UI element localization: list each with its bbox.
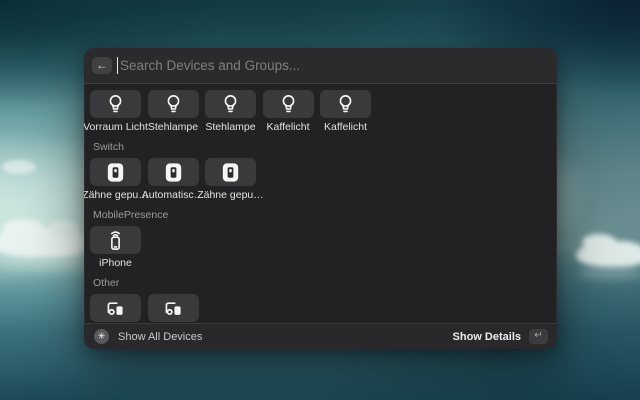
text-cursor — [117, 57, 118, 74]
trees-reflection-left — [0, 255, 88, 270]
device-row-switch: Zähne gepu… Automatisc… Zähne gepu… — [90, 158, 557, 201]
device-label: Zähne gepu… — [84, 189, 149, 201]
device-tile — [263, 90, 314, 118]
section-header-other: Other — [93, 277, 557, 289]
lightbulb-icon — [219, 93, 242, 116]
trees-reflection-right — [578, 266, 640, 279]
lightbulb-icon — [104, 93, 127, 116]
device-label: Zähne gepu… — [197, 189, 264, 201]
device-tile — [90, 90, 141, 118]
device-label: Kaffelicht — [267, 121, 310, 133]
lightbulb-icon — [334, 93, 357, 116]
switch-icon — [104, 161, 127, 184]
back-button[interactable]: ← — [92, 57, 112, 74]
device-item[interactable]: Zähne gepu… — [205, 158, 256, 201]
device-item[interactable]: Zähne gepu… — [90, 158, 141, 201]
phone-presence-icon — [104, 229, 127, 252]
device-tile — [90, 294, 141, 322]
device-label: Kaffelicht — [324, 121, 367, 133]
device-tile — [148, 90, 199, 118]
results-area: Vorraum Licht Stehlampe Stehlampe Kaffel… — [84, 84, 557, 337]
snowy-trees-right — [576, 241, 640, 267]
section-header-switch: Switch — [93, 141, 557, 153]
device-item[interactable]: Automatisc… — [148, 158, 199, 201]
show-all-devices-button[interactable]: Show All Devices — [118, 331, 202, 343]
device-label: Stehlampe — [148, 121, 198, 133]
device-item[interactable]: Stehlampe — [205, 90, 256, 133]
device-tile — [205, 90, 256, 118]
device-label: Automatisc… — [142, 189, 204, 201]
device-tile — [90, 158, 141, 186]
search-bar: ← Search Devices and Groups... — [84, 48, 557, 84]
device-tile — [205, 158, 256, 186]
device-tile — [320, 90, 371, 118]
device-item[interactable]: Vorraum Licht — [90, 90, 141, 133]
lightbulb-icon — [277, 93, 300, 116]
section-header-mobilepresence: MobilePresence — [93, 209, 557, 221]
device-item[interactable]: Kaffelicht — [320, 90, 371, 133]
device-item[interactable]: Kaffelicht — [263, 90, 314, 133]
switch-icon — [162, 161, 185, 184]
device-tile — [148, 294, 199, 322]
device-row-mobilepresence: iPhone — [90, 226, 557, 269]
switch-icon — [219, 161, 242, 184]
snowy-trees-left — [0, 227, 88, 257]
show-details-button[interactable]: Show Details — [453, 331, 521, 343]
device-item[interactable]: iPhone — [90, 226, 141, 269]
search-input[interactable]: Search Devices and Groups... — [120, 58, 300, 73]
device-label: Stehlampe — [205, 121, 255, 133]
app-asterisk-icon: ✳ — [94, 329, 109, 344]
receiver-icon — [104, 297, 127, 320]
device-item[interactable]: Stehlampe — [148, 90, 199, 133]
device-label: Vorraum Licht — [84, 121, 148, 133]
footer-bar: ✳ Show All Devices Show Details ↵ — [84, 323, 557, 349]
lightbulb-icon — [162, 93, 185, 116]
device-tile — [90, 226, 141, 254]
return-key-icon: ↵ — [529, 329, 548, 344]
device-tile — [148, 158, 199, 186]
device-row-lights: Vorraum Licht Stehlampe Stehlampe Kaffel… — [90, 90, 557, 133]
device-label: iPhone — [99, 257, 132, 269]
mist-patch — [2, 160, 36, 174]
device-search-window: ← Search Devices and Groups... Vorraum L… — [84, 48, 557, 349]
receiver-icon — [162, 297, 185, 320]
